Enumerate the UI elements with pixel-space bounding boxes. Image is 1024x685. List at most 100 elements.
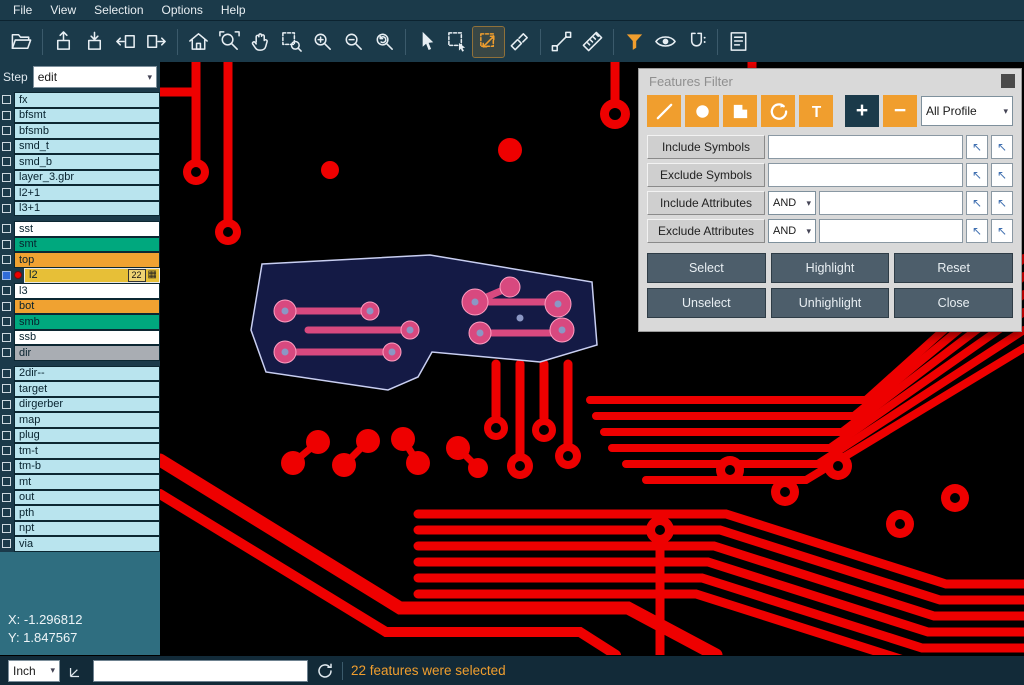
snap-icon[interactable] bbox=[681, 27, 712, 57]
close-button[interactable]: Close bbox=[894, 288, 1013, 318]
layer-visibility-checkbox[interactable] bbox=[2, 240, 11, 249]
layer-visibility-checkbox[interactable] bbox=[2, 224, 11, 233]
layer-name[interactable]: out bbox=[14, 490, 160, 506]
pick-add-from-screen-icon[interactable]: ↖ bbox=[991, 135, 1013, 159]
layer-name[interactable]: dir bbox=[14, 345, 160, 361]
menu-view[interactable]: View bbox=[41, 1, 85, 19]
include-attributes-button[interactable]: Include Attributes bbox=[647, 191, 765, 215]
pan-hand-icon[interactable] bbox=[245, 27, 276, 57]
layer-visibility-checkbox[interactable] bbox=[2, 188, 11, 197]
layer-visibility-checkbox[interactable] bbox=[2, 317, 11, 326]
box-arrow-right-icon[interactable] bbox=[141, 27, 172, 57]
select-rect-icon[interactable] bbox=[442, 27, 473, 57]
pick-from-screen-icon[interactable]: ↖ bbox=[966, 135, 988, 159]
report-icon[interactable] bbox=[723, 27, 754, 57]
select-button[interactable]: Select bbox=[647, 253, 766, 283]
layer-name[interactable]: layer_3.gbr bbox=[14, 170, 160, 186]
zoom-undo-icon[interactable] bbox=[369, 27, 400, 57]
layer-visibility-checkbox[interactable] bbox=[2, 493, 11, 502]
layer-name[interactable]: l2+1 bbox=[14, 185, 160, 201]
include-symbols-input[interactable] bbox=[768, 135, 963, 159]
zoom-in-icon[interactable] bbox=[307, 27, 338, 57]
pick-from-screen-icon[interactable]: ↖ bbox=[966, 191, 988, 215]
layer-name[interactable]: top bbox=[14, 252, 160, 268]
layer-visibility-checkbox[interactable] bbox=[2, 462, 11, 471]
layer-visibility-checkbox[interactable] bbox=[2, 348, 11, 357]
layer-visibility-checkbox[interactable] bbox=[2, 302, 11, 311]
layer-name[interactable]: bfsmb bbox=[14, 123, 160, 139]
remove-filter-button[interactable]: − bbox=[883, 95, 917, 127]
layer-visibility-checkbox[interactable] bbox=[2, 95, 11, 104]
command-input[interactable] bbox=[93, 660, 308, 682]
layer-visibility-checkbox[interactable] bbox=[2, 286, 11, 295]
layer-name[interactable]: mt bbox=[14, 474, 160, 490]
layer-name[interactable]: bfsmt bbox=[14, 108, 160, 124]
layer-name[interactable]: pth bbox=[14, 505, 160, 521]
layer-name[interactable]: fx bbox=[14, 92, 160, 108]
layer-visibility-checkbox[interactable] bbox=[2, 204, 11, 213]
add-filter-button[interactable]: + bbox=[845, 95, 879, 127]
surface-tool-button[interactable] bbox=[723, 95, 757, 127]
pad-tool-button[interactable] bbox=[685, 95, 719, 127]
pick-add-from-screen-icon[interactable]: ↖ bbox=[991, 191, 1013, 215]
exclude-attributes-input[interactable] bbox=[819, 219, 963, 243]
eye-icon[interactable] bbox=[650, 27, 681, 57]
layer-visibility-checkbox[interactable] bbox=[2, 333, 11, 342]
highlight-button[interactable]: Highlight bbox=[771, 253, 890, 283]
layer-name[interactable]: smt bbox=[14, 237, 160, 253]
pcb-canvas[interactable]: Features Filter T +−All Profile▾ Include … bbox=[160, 62, 1024, 655]
step-dropdown[interactable]: edit ▾ bbox=[33, 66, 157, 88]
angle-mode-icon[interactable] bbox=[68, 662, 85, 679]
pick-from-screen-icon[interactable]: ↖ bbox=[966, 163, 988, 187]
logic-operator-dropdown[interactable]: AND▾ bbox=[768, 219, 816, 243]
pick-from-screen-icon[interactable]: ↖ bbox=[966, 219, 988, 243]
profile-dropdown[interactable]: All Profile▾ bbox=[921, 96, 1013, 126]
layer-name[interactable]: tm-b bbox=[14, 459, 160, 475]
arc-tool-button[interactable] bbox=[761, 95, 795, 127]
logic-operator-dropdown[interactable]: AND▾ bbox=[768, 191, 816, 215]
layer-name[interactable]: smd_t bbox=[14, 139, 160, 155]
units-dropdown[interactable]: Inch ▾ bbox=[8, 660, 60, 682]
home-icon[interactable] bbox=[183, 27, 214, 57]
pick-add-from-screen-icon[interactable]: ↖ bbox=[991, 163, 1013, 187]
layer-name[interactable]: ssb bbox=[14, 330, 160, 346]
include-symbols-button[interactable]: Include Symbols bbox=[647, 135, 765, 159]
layer-visibility-checkbox[interactable] bbox=[2, 539, 11, 548]
layer-visibility-checkbox[interactable] bbox=[2, 271, 11, 280]
refresh-icon[interactable] bbox=[316, 662, 334, 680]
line-tool-button[interactable] bbox=[647, 95, 681, 127]
layer-visibility-checkbox[interactable] bbox=[2, 369, 11, 378]
layer-visibility-checkbox[interactable] bbox=[2, 477, 11, 486]
layer-name[interactable]: l3 bbox=[14, 283, 160, 299]
pointer-icon[interactable] bbox=[411, 27, 442, 57]
dialog-title-bar[interactable]: Features Filter bbox=[639, 69, 1021, 93]
menu-selection[interactable]: Selection bbox=[85, 1, 152, 19]
box-arrow-up-icon[interactable] bbox=[48, 27, 79, 57]
text-tool-button[interactable]: T bbox=[799, 95, 833, 127]
layer-name[interactable]: 2dir-- bbox=[14, 366, 160, 382]
menu-help[interactable]: Help bbox=[212, 1, 255, 19]
layer-name[interactable]: smb bbox=[14, 314, 160, 330]
dialog-close-button[interactable] bbox=[1001, 74, 1015, 88]
include-attributes-input[interactable] bbox=[819, 191, 963, 215]
layer-visibility-checkbox[interactable] bbox=[2, 508, 11, 517]
menu-options[interactable]: Options bbox=[153, 1, 212, 19]
layer-name[interactable]: npt bbox=[14, 521, 160, 537]
reset-button[interactable]: Reset bbox=[894, 253, 1013, 283]
measure-line-icon[interactable] bbox=[546, 27, 577, 57]
layer-visibility-checkbox[interactable] bbox=[2, 415, 11, 424]
layer-name[interactable]: l3+1 bbox=[14, 201, 160, 217]
box-arrow-down-icon[interactable] bbox=[79, 27, 110, 57]
layer-visibility-checkbox[interactable] bbox=[2, 142, 11, 151]
layer-visibility-checkbox[interactable] bbox=[2, 524, 11, 533]
select-poly-icon[interactable] bbox=[473, 27, 504, 57]
box-arrow-left-icon[interactable] bbox=[110, 27, 141, 57]
layer-visibility-checkbox[interactable] bbox=[2, 400, 11, 409]
filter-funnel-icon[interactable] bbox=[619, 27, 650, 57]
menu-file[interactable]: File bbox=[4, 1, 41, 19]
layer-name[interactable]: l222▦ bbox=[24, 268, 160, 284]
layer-visibility-checkbox[interactable] bbox=[2, 111, 11, 120]
unhighlight-button[interactable]: Unhighlight bbox=[771, 288, 890, 318]
layer-name[interactable]: bot bbox=[14, 299, 160, 315]
layer-name[interactable]: plug bbox=[14, 428, 160, 444]
